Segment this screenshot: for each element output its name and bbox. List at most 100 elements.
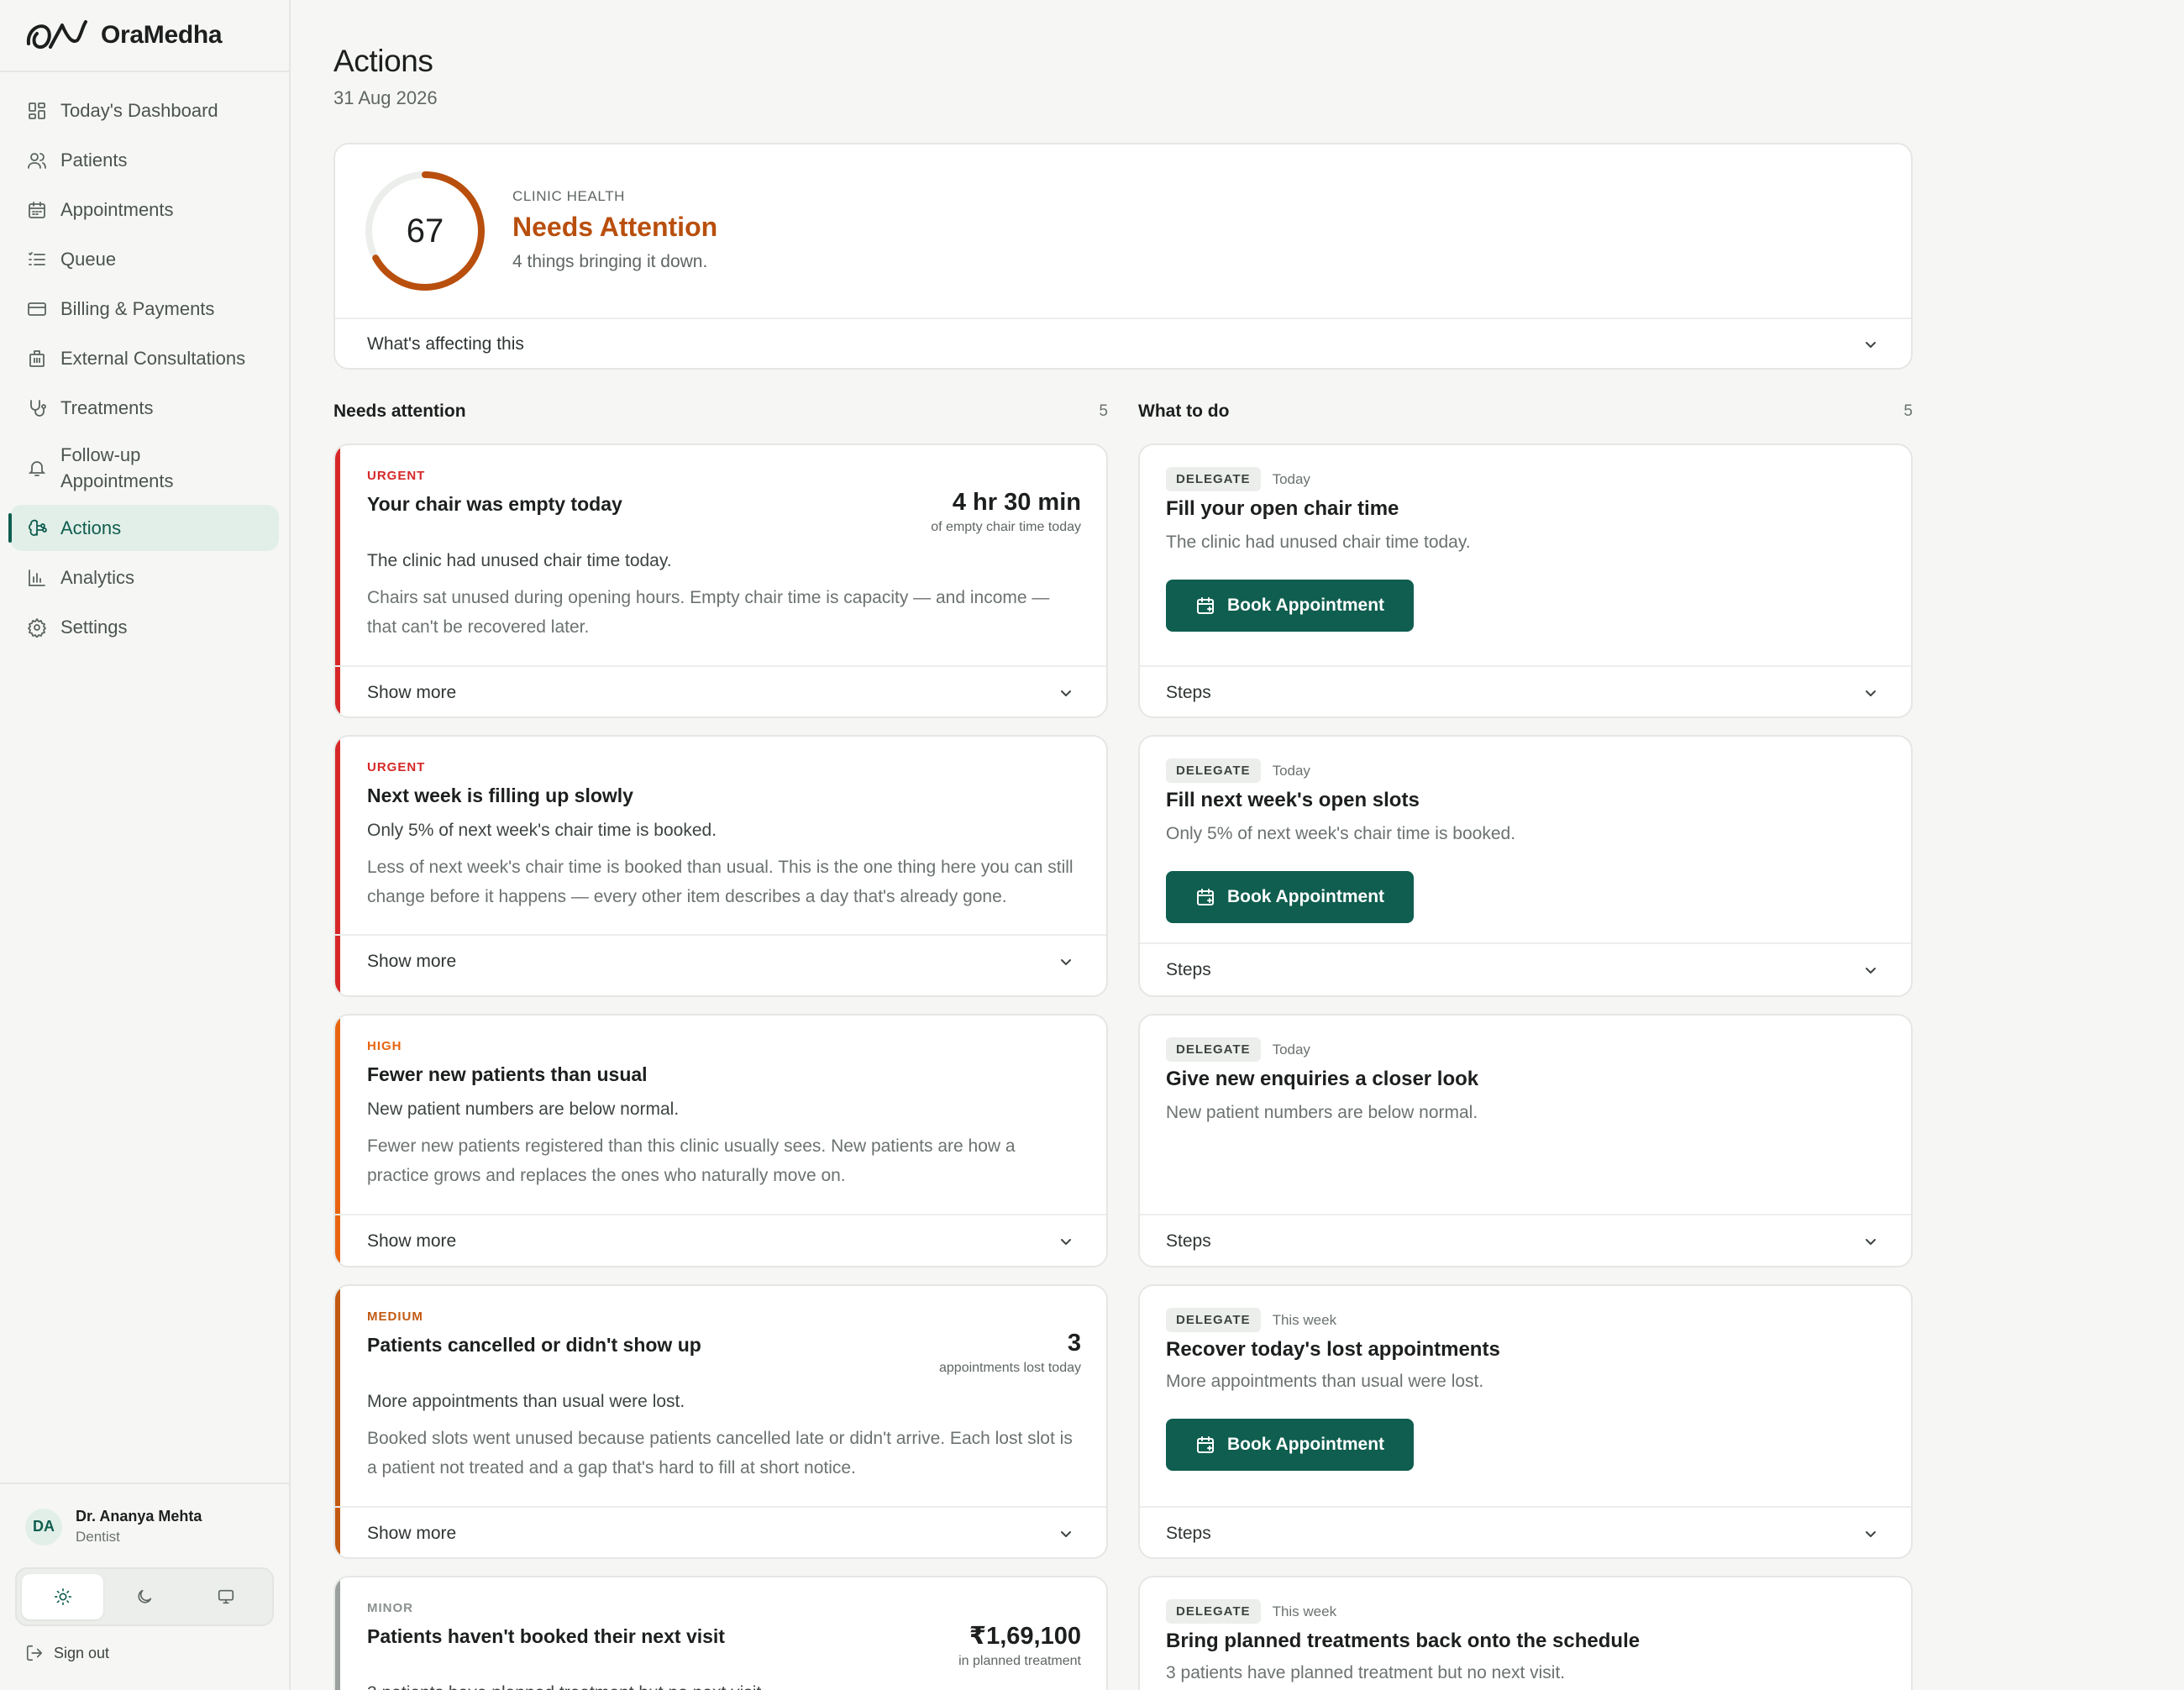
book-appointment-button[interactable]: Book Appointment (1166, 871, 1414, 923)
steps-label: Steps (1166, 960, 1211, 979)
metric-value: 4 hr 30 min (952, 489, 1081, 516)
issue-card: URGENT Your chair was empty today 4 hr 3… (333, 443, 1108, 718)
chevron-down-icon (1866, 342, 1876, 348)
action-subtitle: 3 patients have planned treatment but no… (1166, 1663, 1566, 1682)
chevron-down-icon (1061, 690, 1071, 696)
issue-title: Next week is filling up slowly (367, 785, 633, 806)
delegate-badge: DELEGATE (1166, 1599, 1261, 1624)
sidebar-item-todays-dashboard[interactable]: Today's Dashboard (10, 87, 279, 134)
sidebar-item-appointments[interactable]: Appointments (10, 186, 279, 233)
gear-icon (28, 617, 46, 638)
issue-card: HIGH Fewer new patients than usual New p… (333, 1014, 1108, 1268)
book-appointment-label: Book Appointment (1226, 1435, 1385, 1454)
metric-label: appointments lost today (939, 1361, 1081, 1375)
sidebar-item-treatments[interactable]: Treatments (10, 385, 279, 431)
theme-light-button[interactable] (22, 1574, 104, 1619)
page-date: 31 Aug 2026 (333, 87, 438, 108)
chevron-down-icon (1061, 1531, 1071, 1537)
sidebar-item-settings[interactable]: Settings (10, 604, 279, 650)
sidebar-item-label: Queue (60, 248, 117, 270)
action-subtitle: Only 5% of next week's chair time is boo… (1166, 824, 1516, 843)
action-when: This week (1272, 1311, 1337, 1328)
action-card: DELEGATE Today Give new enquiries a clos… (1138, 1014, 1913, 1268)
show-more-toggle[interactable]: Show more (367, 1215, 1074, 1266)
steps-label: Steps (1166, 683, 1211, 702)
steps-toggle[interactable]: Steps (1166, 1215, 1879, 1266)
user-profile[interactable]: DA Dr. Ananya Mehta Dentist (0, 1483, 289, 1546)
brain-icon (29, 519, 47, 536)
sidebar: OraMedha Today's Dashboard Patients Appo… (0, 0, 291, 1690)
building-icon (29, 349, 45, 367)
sidebar-item-actions[interactable]: Actions (8, 505, 279, 551)
steps-toggle[interactable]: Steps (1166, 1508, 1879, 1557)
action-card: DELEGATE This week Recover today's lost … (1138, 1284, 1913, 1559)
action-when: Today (1272, 762, 1310, 779)
delegate-badge: DELEGATE (1166, 1308, 1261, 1332)
oramedha-logo-icon (26, 20, 87, 50)
severity-label: URGENT (367, 469, 426, 483)
log-out-icon (26, 1645, 43, 1661)
user-role: Dentist (76, 1529, 120, 1545)
dashboard-icon (29, 102, 45, 119)
show-more-label: Show more (367, 952, 457, 971)
sidebar-item-patients[interactable]: Patients (10, 137, 279, 183)
user-name: Dr. Ananya Mehta (76, 1508, 202, 1525)
sidebar-item-analytics[interactable]: Analytics (10, 554, 279, 601)
action-when: This week (1272, 1603, 1337, 1619)
signout-button[interactable]: Sign out (25, 1644, 109, 1662)
delegate-badge: DELEGATE (1166, 1037, 1261, 1062)
action-when: Today (1272, 1041, 1310, 1058)
health-score: 67 (406, 212, 444, 249)
action-subtitle: More appointments than usual were lost. (1166, 1372, 1484, 1391)
severity-bar (335, 445, 340, 716)
issue-summary: 3 patients have planned treatment but no… (367, 1683, 1081, 1690)
severity-label: HIGH (367, 1039, 402, 1053)
severity-bar (335, 1016, 340, 1266)
issue-metric: 4 hr 30 min of empty chair time today (931, 489, 1081, 535)
action-title: Recover today's lost appointments (1166, 1338, 1500, 1361)
theme-dark-button[interactable] (103, 1574, 185, 1619)
metric-value: 3 (1067, 1330, 1081, 1357)
action-meta: DELEGATE Today (1166, 1037, 1310, 1062)
sidebar-item-follow-up-appointments[interactable]: Follow-up Appointments (10, 434, 279, 501)
chevron-down-icon (1061, 959, 1071, 965)
book-appointment-button[interactable]: Book Appointment (1166, 1419, 1414, 1471)
steps-toggle[interactable]: Steps (1166, 944, 1879, 995)
sidebar-nav: Today's Dashboard Patients Appointments … (0, 72, 289, 650)
issue-card: MINOR Patients haven't booked their next… (333, 1576, 1108, 1690)
brand-name: OraMedha (101, 21, 223, 49)
issue-summary: The clinic had unused chair time today. (367, 551, 672, 570)
whats-affecting-label: What's affecting this (367, 334, 524, 354)
action-meta: DELEGATE This week (1166, 1308, 1336, 1332)
signout-label: Sign out (54, 1644, 110, 1661)
sidebar-item-external-consultations[interactable]: External Consultations (10, 335, 279, 381)
severity-bar (335, 1286, 340, 1557)
show-more-toggle[interactable]: Show more (367, 936, 1074, 988)
action-subtitle: The clinic had unused chair time today. (1166, 533, 1471, 552)
chevron-down-icon (1866, 1531, 1876, 1537)
show-more-toggle[interactable]: Show more (367, 1508, 1074, 1557)
sidebar-item-billing[interactable]: Billing & Payments (10, 286, 279, 332)
calendar-plus-icon (1196, 889, 1214, 905)
clinic-health-card: 67 CLINIC HEALTH Needs Attention 4 thing… (333, 143, 1913, 370)
show-more-label: Show more (367, 1231, 457, 1251)
sidebar-item-label: Appointments (60, 198, 174, 220)
whats-affecting-toggle[interactable]: What's affecting this (367, 319, 1879, 368)
issue-title: Patients haven't booked their next visit (367, 1625, 725, 1647)
action-card: DELEGATE Today Fill your open chair time… (1138, 443, 1913, 718)
calendar-plus-icon (1196, 597, 1214, 614)
brand[interactable]: OraMedha (0, 0, 289, 72)
book-appointment-button[interactable]: Book Appointment (1166, 580, 1414, 632)
steps-toggle[interactable]: Steps (1166, 667, 1879, 716)
chevron-down-icon (1866, 968, 1876, 974)
show-more-toggle[interactable]: Show more (367, 667, 1074, 716)
severity-bar (335, 1577, 340, 1690)
credit-card-icon (28, 302, 46, 316)
avatar: DA (25, 1508, 62, 1546)
severity-label: MINOR (367, 1601, 413, 1615)
health-eyebrow: CLINIC HEALTH (512, 188, 626, 204)
sidebar-item-queue[interactable]: Queue (10, 236, 279, 282)
theme-system-button[interactable] (186, 1574, 267, 1619)
theme-switch (15, 1567, 274, 1626)
action-card: DELEGATE Today Fill next week's open slo… (1138, 735, 1913, 997)
